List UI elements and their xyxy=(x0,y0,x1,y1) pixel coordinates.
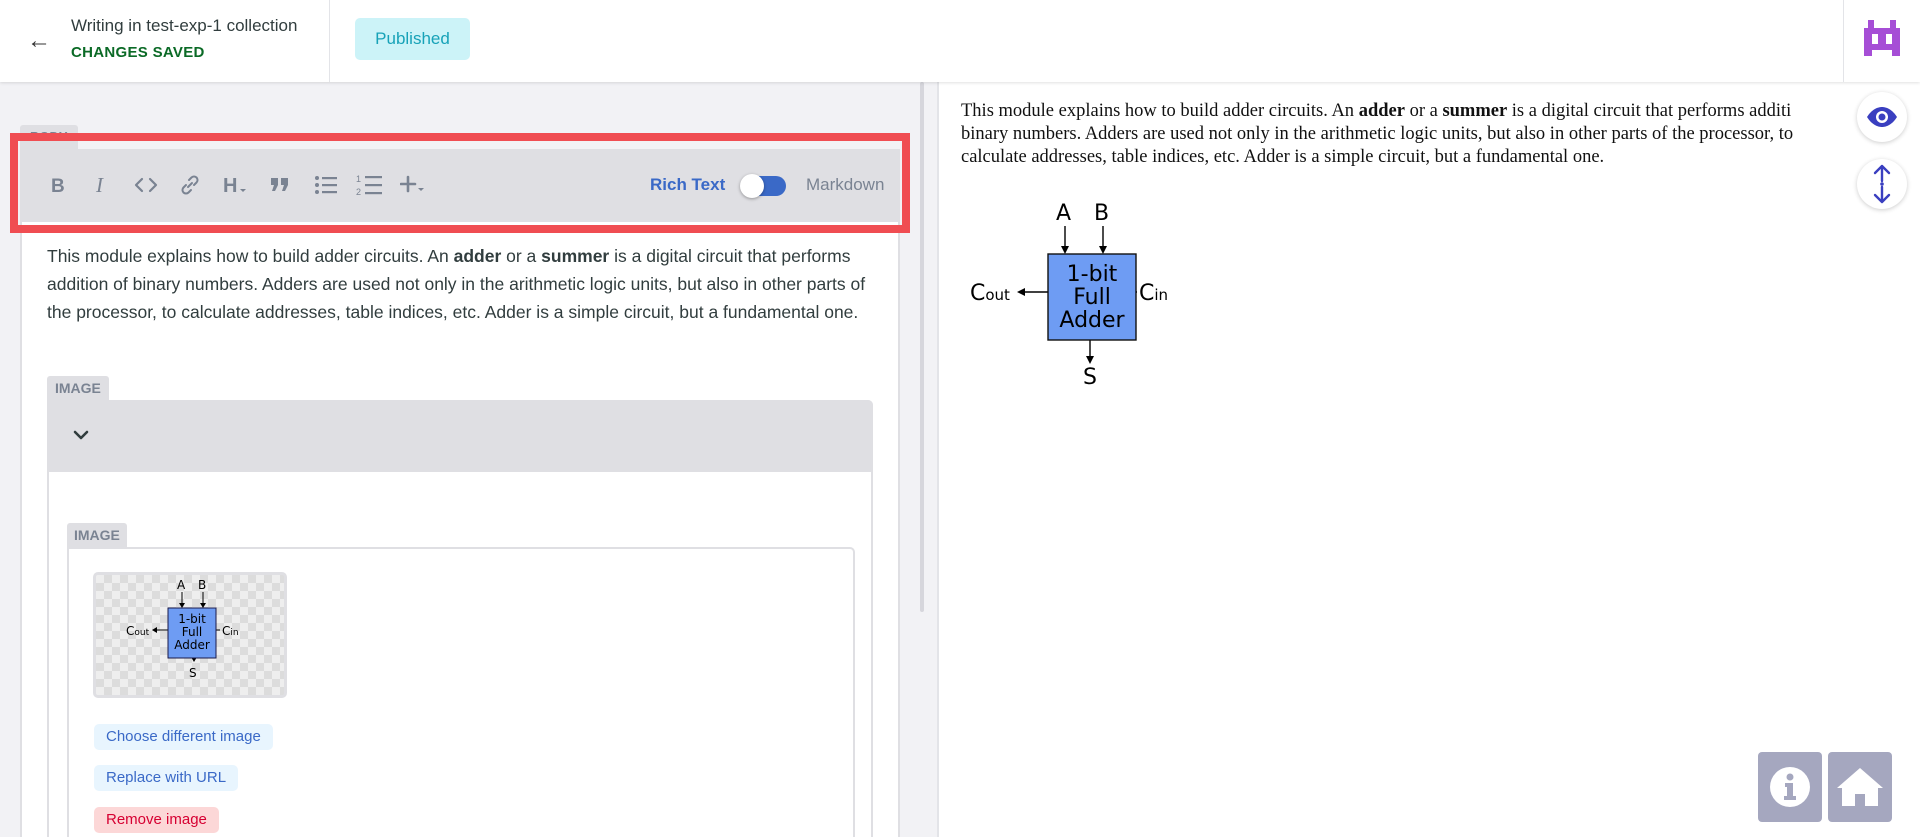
home-icon xyxy=(1837,768,1883,806)
info-button[interactable] xyxy=(1758,752,1822,822)
cout-sub: out xyxy=(985,286,1010,304)
home-button[interactable] xyxy=(1828,752,1892,822)
body-text-segment: or a xyxy=(501,246,542,266)
back-arrow-icon[interactable]: ← xyxy=(22,24,56,58)
thumb-cout-sub: out xyxy=(134,628,149,638)
svg-text:Cout: Cout xyxy=(126,624,150,638)
editor-mode-toggle[interactable] xyxy=(740,174,786,198)
thumb-cin-main: C xyxy=(222,624,230,638)
body-text-segment: This module explains how to build adder … xyxy=(47,246,454,266)
thumb-cout-main: C xyxy=(126,624,134,638)
image-widget-header[interactable] xyxy=(47,400,873,472)
preview-bold-adder: adder xyxy=(1358,101,1405,121)
remove-image-button[interactable]: Remove image xyxy=(94,807,219,833)
cin-sub: in xyxy=(1154,286,1168,304)
bold-icon[interactable]: B xyxy=(40,167,76,203)
add-component-icon[interactable] xyxy=(396,167,432,203)
thumb-cin-sub: in xyxy=(230,628,238,638)
numbered-list-icon[interactable]: 12 xyxy=(352,167,388,203)
input-a-label: A xyxy=(1056,201,1071,226)
collection-title-block: Writing in test-exp-1 collection CHANGES… xyxy=(71,16,297,61)
avatar-divider xyxy=(1843,0,1844,82)
replace-with-url-button[interactable]: Replace with URL xyxy=(94,765,239,791)
sync-scroll-button[interactable] xyxy=(1857,159,1907,209)
thumb-input-b: B xyxy=(198,578,206,592)
save-status: CHANGES SAVED xyxy=(71,44,205,61)
svg-text:Cin: Cin xyxy=(222,624,239,638)
collection-title: Writing in test-exp-1 collection xyxy=(71,16,298,35)
rich-text-mode-label[interactable]: Rich Text xyxy=(650,175,725,195)
cin-main: C xyxy=(1139,281,1154,306)
bulleted-list-icon[interactable] xyxy=(308,167,344,203)
preview-text-segment: or a xyxy=(1404,101,1443,121)
image-widget-label: IMAGE xyxy=(47,376,109,400)
body-field-label: BODY xyxy=(20,125,78,149)
thumb-box-line3: Adder xyxy=(174,638,210,652)
eye-icon xyxy=(1867,107,1897,127)
thumb-box-line1: 1-bit xyxy=(178,612,206,626)
output-s-label: S xyxy=(1083,365,1097,390)
preview-body-text: This module explains how to build adder … xyxy=(961,100,1911,169)
heading-icon[interactable]: H xyxy=(218,167,254,203)
preview-line-3: calculate addresses, table indices, etc.… xyxy=(961,147,1605,167)
body-bold-adder: adder xyxy=(453,246,502,266)
sync-scroll-icon xyxy=(1873,164,1891,204)
thumb-box-line2: Full xyxy=(182,625,203,639)
editor-scrollbar[interactable] xyxy=(920,82,924,612)
editor-pane: BODY B I H 12 Rich Text Markdown This mo… xyxy=(0,82,938,837)
full-adder-diagram: A B 1-bit Full Adder Cout Cin S xyxy=(970,201,1168,390)
body-bold-summer: summer xyxy=(541,246,610,266)
italic-icon[interactable]: I xyxy=(84,167,120,203)
input-b-label: B xyxy=(1094,201,1109,226)
image-thumbnail[interactable]: A B 1-bit Full Adder Cout Cin S xyxy=(93,572,287,698)
svg-text:2: 2 xyxy=(356,187,361,197)
box-line2: Full xyxy=(1073,285,1111,310)
box-line1: 1-bit xyxy=(1067,262,1118,287)
full-adder-thumbnail-diagram: A B 1-bit Full Adder Cout Cin S xyxy=(126,578,239,680)
code-icon[interactable] xyxy=(128,167,164,203)
thumb-output-s: S xyxy=(189,666,197,680)
preview-pane: This module explains how to build adder … xyxy=(939,82,1920,837)
svg-text:Cout: Cout xyxy=(970,281,1010,306)
inner-image-label: IMAGE xyxy=(67,523,127,547)
choose-different-image-button[interactable]: Choose different image xyxy=(94,724,273,750)
svg-text:1: 1 xyxy=(356,174,361,184)
toggle-knob xyxy=(740,174,764,198)
svg-text:I: I xyxy=(95,175,104,195)
box-line3: Adder xyxy=(1059,308,1125,333)
preview-text-segment: This module explains how to build adder … xyxy=(961,101,1359,121)
thumb-input-a: A xyxy=(177,578,186,592)
header-divider xyxy=(329,0,330,82)
svg-text:B: B xyxy=(51,176,65,195)
cout-main: C xyxy=(970,281,985,306)
info-icon xyxy=(1770,767,1810,807)
publish-status-button[interactable]: Published xyxy=(355,18,470,60)
markdown-mode-label[interactable]: Markdown xyxy=(806,175,884,195)
preview-bold-summer: summer xyxy=(1442,101,1508,121)
preview-line-1: This module explains how to build adder … xyxy=(961,100,1911,123)
svg-text:Cin: Cin xyxy=(1139,281,1168,306)
body-text[interactable]: This module explains how to build adder … xyxy=(47,242,877,326)
chevron-down-icon[interactable] xyxy=(68,422,94,448)
user-avatar-icon[interactable] xyxy=(1864,20,1900,56)
preview-toggle-button[interactable] xyxy=(1857,92,1907,142)
link-icon[interactable] xyxy=(172,167,208,203)
app-header: ← Writing in test-exp-1 collection CHANG… xyxy=(0,0,1920,82)
editor-toolbar: B I H 12 Rich Text Markdown xyxy=(20,149,900,222)
quote-icon[interactable] xyxy=(262,167,298,203)
svg-text:H: H xyxy=(223,175,237,196)
preview-line-2: binary numbers. Adders are used not only… xyxy=(961,124,1794,144)
preview-text-segment: is a digital circuit that performs addit… xyxy=(1507,101,1792,121)
